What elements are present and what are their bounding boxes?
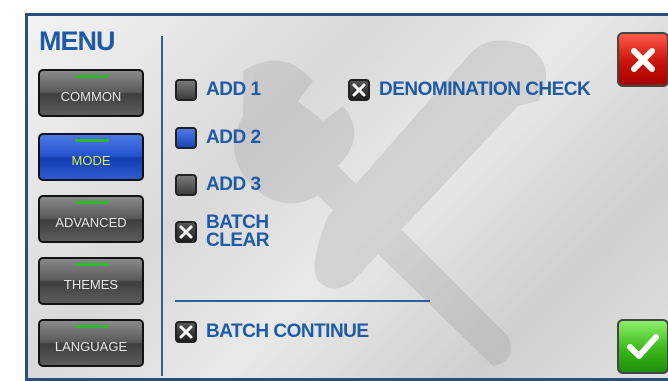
add-2-checkbox[interactable] [175, 127, 197, 149]
menu-item-common[interactable]: COMMON [38, 69, 144, 117]
confirm-button[interactable] [617, 319, 668, 374]
menu-item-label: ADVANCED [55, 214, 127, 230]
denomination-check-label: DENOMINATION CHECK [379, 79, 591, 100]
add-2-label: ADD 2 [206, 127, 261, 148]
denomination-check-checkbox[interactable] [348, 79, 370, 101]
close-icon [631, 47, 655, 72]
add-3-checkbox[interactable] [175, 174, 197, 196]
batch-continue-checkbox[interactable] [175, 321, 197, 343]
menu-item-mode[interactable]: MODE [38, 133, 144, 181]
horizontal-divider [175, 300, 430, 302]
add-1-checkbox[interactable] [175, 79, 197, 101]
checkmark-icon [627, 333, 659, 359]
vertical-divider [161, 36, 163, 376]
menu-title: MENU [39, 26, 115, 56]
menu-item-label: THEMES [63, 276, 119, 292]
option-add-2[interactable]: ADD 2 [175, 127, 261, 149]
add-3-label: ADD 3 [206, 174, 261, 195]
x-mark-icon [179, 325, 193, 339]
option-batch-continue[interactable]: BATCH CONTINUE [175, 321, 369, 343]
option-add-3[interactable]: ADD 3 [175, 174, 261, 196]
x-mark-icon [179, 225, 193, 239]
menu-item-advanced[interactable]: ADVANCED [38, 195, 144, 243]
batch-continue-label: BATCH CONTINUE [206, 321, 369, 342]
menu-item-themes[interactable]: THEMES [38, 257, 144, 305]
menu-item-label: MODE [71, 152, 111, 168]
batch-clear-label: BATCH CLEAR [206, 213, 269, 251]
x-mark-icon [352, 83, 366, 97]
batch-clear-line-2: CLEAR [206, 230, 269, 251]
close-button[interactable] [617, 32, 668, 87]
settings-panel: MENU COMMON MODE ADVANCED THEMES LANGUAG… [25, 13, 668, 381]
option-add-1[interactable]: ADD 1 [175, 79, 261, 101]
menu-item-language[interactable]: LANGUAGE [38, 319, 144, 367]
add-1-label: ADD 1 [206, 79, 261, 100]
menu-item-label: COMMON [60, 88, 122, 104]
menu-item-label: LANGUAGE [54, 338, 128, 354]
option-batch-clear[interactable]: BATCH CLEAR [175, 213, 269, 251]
batch-clear-checkbox[interactable] [175, 221, 197, 243]
option-denomination-check[interactable]: DENOMINATION CHECK [348, 79, 591, 101]
